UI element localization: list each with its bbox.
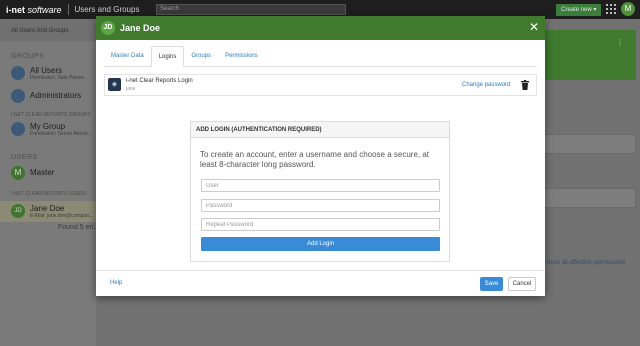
group-icon [11,89,25,103]
user-avatar[interactable]: M [621,2,635,16]
login-type-icon: ◈ [108,78,121,91]
section-clear-reports-groups: I-NET CLEAR REPORTS GROUPS [11,112,91,118]
tab-logins[interactable]: Logins [150,46,185,67]
details-header: ⋮ [544,30,636,80]
add-login-description: To create an account, enter a username a… [200,150,430,169]
kebab-menu-icon[interactable]: ⋮ [616,38,624,47]
sidebar-item-all-users[interactable]: All Users Permission: Task Passw... [0,66,96,81]
brand-logo: i-net software [6,4,62,15]
sidebar-header[interactable]: All Users And Groups [0,19,96,41]
tab-permissions[interactable]: Permissions [218,46,265,67]
group-icon [11,66,25,80]
help-link[interactable]: Help [110,280,122,286]
username-input[interactable] [201,179,440,192]
section-groups: GROUPS [11,53,45,60]
sidebar-item-administrators[interactable]: Administrators [0,89,96,103]
add-login-heading: ADD LOGIN (AUTHENTICATION REQUIRED) [191,122,449,138]
modal-avatar: JD [101,21,115,35]
footer-divider [96,270,545,271]
tab-master-data[interactable]: Master Data [104,46,151,67]
section-clear-reports-users: I-NET CLEAR REPORTS USERS [11,191,87,197]
modal-title: Jane Doe [120,23,161,33]
login-name: i-net Clear Reports Login [126,78,193,84]
trash-icon[interactable] [521,80,529,90]
section-users: USERS [11,154,38,161]
close-icon[interactable]: ✕ [529,20,539,34]
sidebar-item-master[interactable]: M Master [0,166,96,180]
create-new-button[interactable]: Create new ▾ [556,4,602,16]
save-button[interactable]: Save [480,277,503,291]
password-input[interactable] [201,199,440,212]
change-password-link[interactable]: Change password [462,82,510,88]
add-login-button[interactable]: Add Login [201,237,440,251]
sidebar: All Users And Groups GROUPS All Users Per… [0,19,100,346]
modal-header: JD Jane Doe ✕ [96,16,545,40]
add-login-panel: ADD LOGIN (AUTHENTICATION REQUIRED) To c… [190,121,450,262]
group-icon [11,122,25,136]
app-title: Users and Groups [74,5,140,14]
search-input[interactable]: Search [156,4,346,15]
sidebar-item-my-group[interactable]: My Group Permission: Server Admin... [0,122,96,137]
results-count: Found 5 en... [58,224,100,231]
login-username: jane [126,86,136,92]
apps-grid-icon[interactable] [606,4,616,14]
tab-groups[interactable]: Groups [184,46,218,67]
jane-avatar: JD [11,204,25,218]
details-card [544,134,636,154]
repeat-password-input[interactable] [201,218,440,231]
brand-divider [67,4,69,15]
show-effective-permissions-link[interactable]: Show all effective permissions [545,260,625,266]
tab-bar: Master Data Logins Groups Permissions [104,46,537,67]
login-entry: ◈ i-net Clear Reports Login jane Change … [104,74,537,96]
sidebar-item-jane-doe[interactable]: JD Jane Doe E-Mail: jane.doe@compan... [0,201,96,222]
details-card [544,188,636,208]
cancel-button[interactable]: Cancel [508,277,536,291]
master-avatar: M [11,166,25,180]
